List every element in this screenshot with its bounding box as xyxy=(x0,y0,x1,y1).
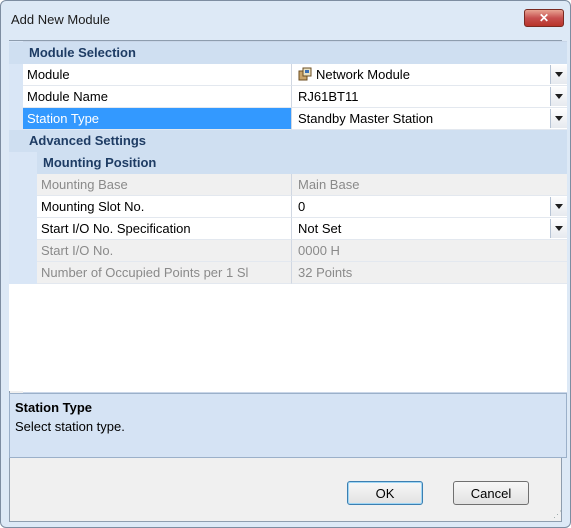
property-name: Mounting Base xyxy=(37,174,292,196)
property-value: 32 Points xyxy=(292,262,567,284)
indent-bar xyxy=(23,196,37,218)
dropdown-arrow-icon[interactable] xyxy=(550,65,567,84)
property-name: Mounting Slot No. xyxy=(37,196,292,218)
grid-empty-area xyxy=(9,284,567,391)
station-type-value-text: Standby Master Station xyxy=(298,111,434,126)
property-grid: Module Selection Module Network Module M… xyxy=(9,41,567,393)
indent-bar xyxy=(23,218,37,240)
ok-button[interactable]: OK xyxy=(347,481,423,505)
property-value[interactable]: 0 xyxy=(292,196,567,218)
property-name: Start I/O No. Specification xyxy=(37,218,292,240)
property-name: Module Name xyxy=(23,86,292,108)
network-module-icon xyxy=(298,67,312,81)
dropdown-arrow-icon[interactable] xyxy=(550,109,567,128)
property-name: Start I/O No. xyxy=(37,240,292,262)
property-name: Module xyxy=(23,64,292,86)
property-row-occupied-points: Number of Occupied Points per 1 Sl 32 Po… xyxy=(23,262,567,284)
close-button[interactable]: ✕ xyxy=(524,9,564,27)
property-row-module-name[interactable]: Module Name RJ61BT11 xyxy=(23,86,567,108)
help-title: Station Type xyxy=(15,400,93,415)
help-description: Select station type. xyxy=(15,419,125,434)
property-value[interactable]: Standby Master Station xyxy=(292,108,567,130)
property-row-station-type[interactable]: Station Type Standby Master Station xyxy=(23,108,567,130)
indent-bar xyxy=(23,240,37,262)
property-value: 0000 H xyxy=(292,240,567,262)
property-name: Station Type xyxy=(23,108,292,130)
indent-bar xyxy=(23,152,37,174)
indent-bar xyxy=(23,174,37,196)
resize-grip-icon[interactable]: ⋰ xyxy=(553,509,562,520)
module-name-value-text: RJ61BT11 xyxy=(298,89,359,104)
category-mounting-position[interactable]: Mounting Position xyxy=(23,152,567,174)
property-value[interactable]: Network Module xyxy=(292,64,567,86)
help-panel: Station Type Select station type. xyxy=(9,393,567,458)
module-value-text: Network Module xyxy=(316,67,410,82)
dropdown-arrow-icon[interactable] xyxy=(550,219,567,238)
close-icon: ✕ xyxy=(538,11,550,25)
property-value[interactable]: RJ61BT11 xyxy=(292,86,567,108)
property-row-start-io-spec[interactable]: Start I/O No. Specification Not Set xyxy=(23,218,567,240)
mounting-slot-value-text: 0 xyxy=(298,199,306,214)
property-value: Main Base xyxy=(292,174,567,196)
property-value[interactable]: Not Set xyxy=(292,218,567,240)
property-row-mounting-slot[interactable]: Mounting Slot No. 0 xyxy=(23,196,567,218)
category-label: Module Selection xyxy=(29,45,136,60)
property-name: Number of Occupied Points per 1 Sl xyxy=(37,262,292,284)
category-module-selection[interactable]: Module Selection xyxy=(9,42,567,64)
category-label: Advanced Settings xyxy=(29,133,147,148)
dropdown-arrow-icon[interactable] xyxy=(550,197,567,216)
indent-bar xyxy=(23,262,37,284)
window-title: Add New Module xyxy=(11,12,110,27)
category-label: Mounting Position xyxy=(43,155,157,170)
property-row-mounting-base: Mounting Base Main Base xyxy=(23,174,567,196)
dropdown-arrow-icon[interactable] xyxy=(550,87,567,106)
category-advanced-settings[interactable]: Advanced Settings xyxy=(9,130,567,152)
title-bar: Add New Module ✕ xyxy=(9,5,564,31)
property-row-module[interactable]: Module Network Module xyxy=(23,64,567,86)
cancel-button[interactable]: Cancel xyxy=(453,481,529,505)
start-io-spec-value-text: Not Set xyxy=(298,221,342,236)
property-row-start-io: Start I/O No. 0000 H xyxy=(23,240,567,262)
